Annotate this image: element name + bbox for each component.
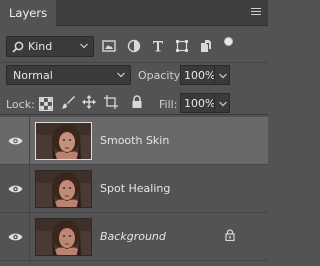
layer-row-smooth-skin[interactable]: Smooth Skin xyxy=(0,117,268,165)
opacity-dropdown-button[interactable] xyxy=(214,65,230,85)
chevron-down-icon xyxy=(117,72,125,78)
eye-icon[interactable] xyxy=(8,136,23,146)
fill-label: Fill: xyxy=(159,98,178,111)
layers-panel: Layers Kind Normal Opacity: 100% Lock: F… xyxy=(0,0,268,266)
smart-object-filter-icon[interactable] xyxy=(199,39,213,53)
layer-name[interactable]: Smooth Skin xyxy=(100,134,169,147)
lock-label: Lock: xyxy=(6,98,35,111)
portrait-thumbnail-image xyxy=(36,219,91,255)
lock-icon[interactable] xyxy=(225,229,235,241)
chevron-down-icon xyxy=(219,73,227,79)
layer-row-spot-healing[interactable]: Spot Healing xyxy=(0,165,268,213)
chevron-down-icon xyxy=(219,101,227,107)
panel-menu-icon[interactable] xyxy=(251,8,261,16)
layer-name[interactable]: Background xyxy=(100,230,166,243)
layer-row-background[interactable]: Background xyxy=(0,213,268,261)
panel-header: Layers xyxy=(0,0,268,27)
filter-kind-label: Kind xyxy=(28,40,53,53)
blend-mode-value: Normal xyxy=(13,69,53,82)
eye-icon[interactable] xyxy=(8,184,23,194)
visibility-column xyxy=(0,213,30,260)
chevron-down-icon xyxy=(80,43,88,49)
fill-input[interactable]: 100% xyxy=(180,93,215,113)
image-filter-icon[interactable] xyxy=(102,39,116,53)
lock-artboard-icon[interactable] xyxy=(104,95,118,109)
lock-transparent-pixels-icon[interactable] xyxy=(39,97,53,111)
visibility-column xyxy=(0,117,30,164)
tab-layers[interactable]: Layers xyxy=(0,0,56,27)
lock-position-icon[interactable] xyxy=(82,95,96,109)
adjustment-filter-icon[interactable] xyxy=(127,39,141,53)
blend-mode-dropdown[interactable]: Normal xyxy=(6,65,131,85)
filter-toggle-switch[interactable] xyxy=(224,37,233,46)
blend-row: Normal Opacity: 100% xyxy=(0,63,268,89)
filter-kind-dropdown[interactable]: Kind xyxy=(6,36,94,57)
eye-icon[interactable] xyxy=(8,232,23,242)
layer-thumbnail[interactable] xyxy=(35,170,92,208)
visibility-column xyxy=(0,165,30,212)
portrait-thumbnail-image xyxy=(36,123,91,159)
layer-name[interactable]: Spot Healing xyxy=(100,182,170,195)
lock-all-icon[interactable] xyxy=(130,95,144,109)
type-filter-icon[interactable] xyxy=(151,39,165,53)
lock-image-pixels-icon[interactable] xyxy=(61,95,75,109)
layer-thumbnail[interactable] xyxy=(35,122,92,160)
lock-row: Lock: Fill: 100% xyxy=(0,89,268,115)
shape-filter-icon[interactable] xyxy=(175,39,189,53)
filter-row: Kind xyxy=(0,27,268,63)
search-icon xyxy=(12,41,24,53)
portrait-thumbnail-image xyxy=(36,171,91,207)
opacity-input[interactable]: 100% xyxy=(180,65,215,85)
layer-list: Smooth Skin Spot Healing Background xyxy=(0,117,268,266)
layer-thumbnail[interactable] xyxy=(35,218,92,256)
opacity-label: Opacity: xyxy=(138,69,184,82)
fill-dropdown-button[interactable] xyxy=(214,93,230,113)
